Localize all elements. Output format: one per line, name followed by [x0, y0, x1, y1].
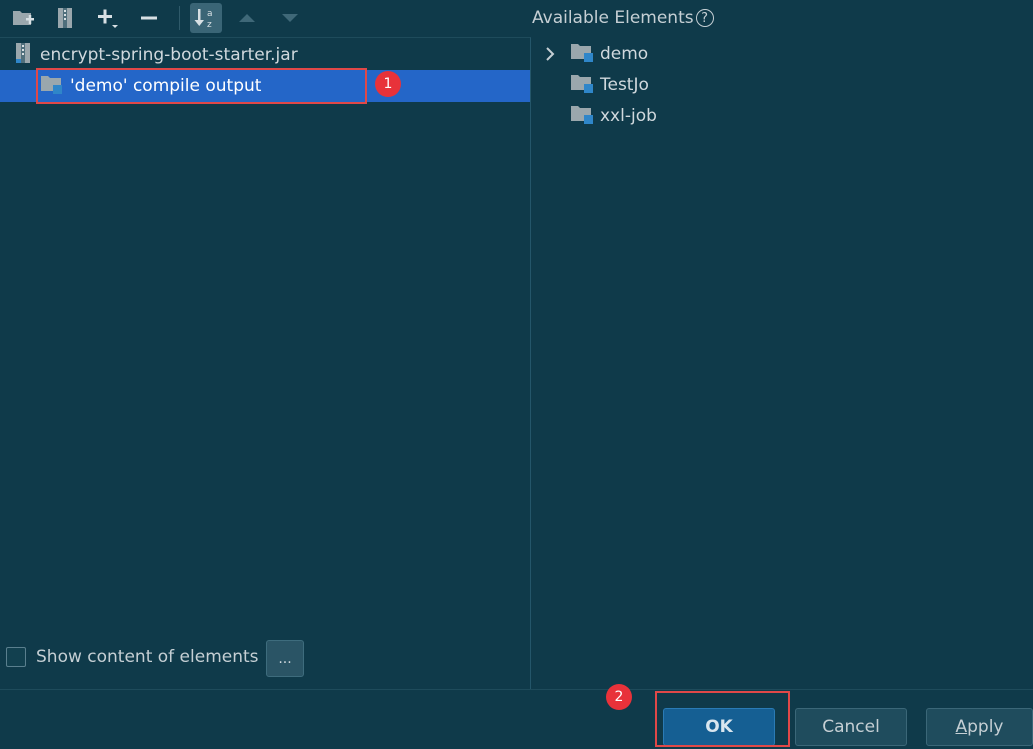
footer-divider [0, 689, 1033, 690]
browse-button[interactable]: ... [266, 640, 304, 677]
available-elements-label: Available Elements [532, 8, 694, 28]
add-icon[interactable] [94, 4, 122, 32]
move-down-icon[interactable] [276, 4, 304, 32]
tree-item-jar-label: encrypt-spring-boot-starter.jar [40, 45, 298, 65]
callout-badge-1: 1 [375, 71, 401, 97]
help-icon[interactable]: ? [695, 9, 714, 27]
apply-button[interactable]: Apply [926, 708, 1033, 746]
apply-mnemonic: A [955, 717, 968, 737]
available-item-label: demo [600, 44, 649, 64]
callout-badge-2: 2 [606, 684, 632, 710]
callout-box-1 [36, 68, 367, 104]
callout-box-2 [655, 691, 790, 747]
toolbar-separator [179, 6, 180, 30]
available-item-label: TestJo [600, 75, 649, 95]
new-folder-icon[interactable] [10, 4, 38, 32]
available-item-label: xxl-job [600, 106, 657, 126]
move-up-icon[interactable] [233, 4, 261, 32]
module-folder-icon [570, 41, 596, 68]
module-folder-icon [570, 103, 596, 130]
module-folder-icon [570, 72, 596, 99]
chevron-right-icon[interactable] [540, 47, 560, 61]
apply-label-rest: pply [967, 717, 1004, 737]
cancel-button[interactable]: Cancel [795, 708, 907, 746]
output-layout-tree: encrypt-spring-boot-starter.jar 'demo' c… [0, 37, 531, 690]
available-item-testjo[interactable]: TestJo [540, 70, 649, 100]
tree-item-jar[interactable]: encrypt-spring-boot-starter.jar [0, 39, 530, 71]
available-item-xxl-job[interactable]: xxl-job [540, 101, 657, 131]
svg-text:a: a [207, 9, 213, 19]
show-content-checkbox[interactable] [6, 647, 26, 667]
available-elements-title: Available Elements ? [532, 8, 714, 28]
available-item-demo[interactable]: demo [540, 39, 648, 69]
archive-icon[interactable] [51, 4, 79, 32]
toolbar: az [0, 0, 530, 36]
show-content-label: Show content of elements [36, 647, 259, 667]
show-content-option[interactable]: Show content of elements [6, 647, 259, 667]
svg-text:z: z [207, 20, 212, 30]
remove-icon[interactable] [135, 4, 163, 32]
sort-alpha-icon[interactable]: az [190, 3, 222, 33]
jar-icon [14, 42, 32, 68]
